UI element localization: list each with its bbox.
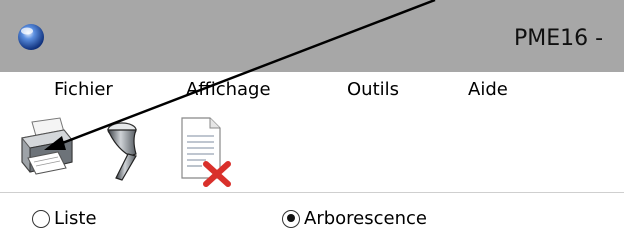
- printer-icon: [21, 117, 73, 175]
- radio-arborescence[interactable]: Arborescence: [282, 208, 427, 229]
- filter-button[interactable]: [86, 114, 156, 190]
- menu-outils[interactable]: Outils: [347, 79, 399, 100]
- menu-fichier[interactable]: Fichier: [54, 79, 113, 100]
- delete-button[interactable]: [172, 114, 242, 190]
- menu-aide[interactable]: Aide: [468, 79, 508, 100]
- delete-document-icon: [181, 117, 231, 187]
- title-bar[interactable]: PME16 -: [0, 0, 624, 72]
- radio-liste-label: Liste: [54, 208, 97, 229]
- app-window: PME16 - Fichier Affichage Outils Aide Li…: [0, 0, 624, 247]
- window-title: PME16 -: [514, 26, 604, 51]
- app-orb-icon[interactable]: [16, 22, 46, 52]
- view-options: Liste Arborescence: [0, 193, 624, 247]
- toolbar: [0, 108, 624, 192]
- print-button[interactable]: [14, 114, 84, 190]
- radio-arborescence-circle[interactable]: [282, 209, 300, 228]
- menu-affichage[interactable]: Affichage: [186, 79, 271, 100]
- menu-bar: Fichier Affichage Outils Aide: [0, 72, 624, 108]
- radio-liste[interactable]: Liste: [32, 208, 97, 229]
- radio-arborescence-label: Arborescence: [304, 208, 427, 229]
- radio-liste-circle[interactable]: [32, 209, 50, 228]
- funnel-filter-icon: [107, 122, 137, 181]
